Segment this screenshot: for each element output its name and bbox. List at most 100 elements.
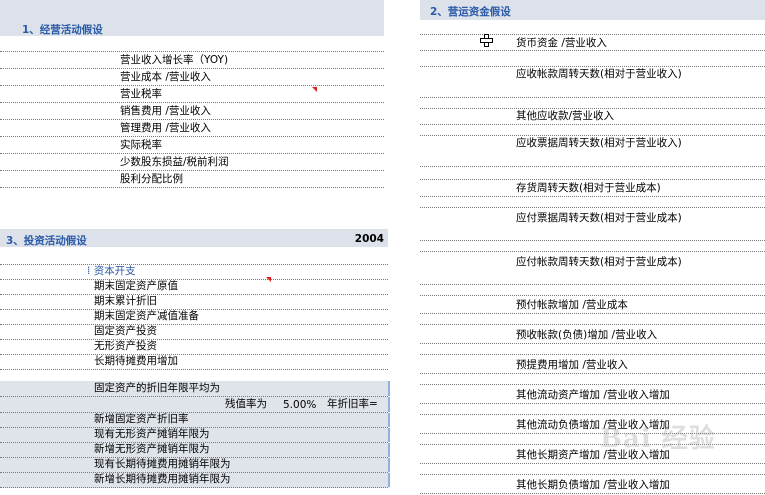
table-row[interactable]: 货币资金 /营业收入: [420, 35, 765, 51]
table-row[interactable]: 营业成本 /营业收入: [0, 69, 384, 86]
table-row[interactable]: 销售费用 /营业收入: [0, 103, 384, 120]
row-label: 现有无形资产摊销年限为: [94, 428, 210, 440]
table-row[interactable]: 实际税率: [0, 137, 384, 154]
spacer-line: [420, 241, 765, 252]
table-row[interactable]: 预收帐款(负债)增加 /营业收入: [420, 325, 765, 344]
row-label: 新增无形资产摊销年限为: [94, 443, 210, 455]
row-label: 股利分配比例: [120, 173, 183, 185]
row-label: 新增固定资产折旧率: [94, 413, 189, 425]
spacer-line: [420, 51, 765, 67]
table-row[interactable]: 应付票据周转天数(相对于营业成本): [420, 208, 765, 241]
working-capital-title: 2、营运资金假设: [430, 6, 511, 18]
selection-edge: [388, 397, 390, 412]
table-row[interactable]: 期末固定资产减值准备: [0, 310, 388, 325]
spacer-line: [420, 197, 765, 208]
residual-value[interactable]: 5.00%: [283, 399, 316, 411]
depreciation-label: 固定资产的折旧年限平均为: [94, 382, 220, 394]
spacer-line: [420, 167, 765, 180]
table-row[interactable]: 营业收入增长率（YOY): [0, 52, 384, 69]
row-label: 应收票据周转天数(相对于营业收入): [516, 137, 682, 149]
selection-edge: [388, 381, 390, 396]
table-row[interactable]: 预付帐款增加 /营业成本: [420, 296, 765, 314]
row-label: 预提费用增加 /营业收入: [516, 359, 628, 371]
row-label: 无形资产投资: [94, 340, 157, 352]
table-row[interactable]: 应付帐款周转天数(相对于营业成本): [420, 252, 765, 285]
row-label: 管理费用 /营业收入: [120, 122, 211, 134]
comment-indicator[interactable]: [312, 87, 317, 92]
table-row[interactable]: 其他流动资产增加 /营业收入增加: [420, 385, 765, 404]
watermark-logo: Bai 经验: [600, 424, 716, 454]
residual-label: 残值率为: [225, 398, 267, 410]
table-row[interactable]: 残值率为 5.00% 年折旧率=: [0, 397, 390, 413]
row-label: 其他应收款/营业收入: [516, 110, 615, 122]
row-label: ⁞ 资本开支: [87, 265, 136, 277]
table-row[interactable]: 长期待摊费用增加: [0, 355, 388, 370]
table-row[interactable]: 其他应收款/营业收入: [420, 109, 765, 125]
row-label: 期末固定资产原值: [94, 280, 178, 292]
row-label: 货币资金 /营业收入: [516, 37, 607, 49]
row-label: 营业成本 /营业收入: [120, 71, 211, 83]
table-row[interactable]: 预提费用增加 /营业收入: [420, 355, 765, 374]
row-label: 存货周转天数(相对于营业成本): [516, 182, 661, 194]
table-row[interactable]: 营业税率: [0, 86, 384, 103]
table-row[interactable]: 少数股东损益/税前利润: [0, 154, 384, 171]
annual-rate-label: 年折旧率=: [327, 398, 378, 410]
row-label: 销售费用 /营业收入: [120, 105, 211, 117]
spacer-line: [420, 374, 765, 385]
working-capital-header: 2、营运资金假设: [420, 0, 765, 20]
spacer-line: [420, 464, 765, 475]
operating-assumptions-panel: 1、经营活动假设 营业收入增长率（YOY) 营业成本 /营业收入 营业税率 销售…: [0, 0, 384, 190]
row-label: 应付票据周转天数(相对于营业成本): [516, 212, 682, 224]
table-row[interactable]: ⁞ 资本开支: [0, 265, 388, 280]
spacer-line: [420, 285, 765, 296]
row-label: 其他流动资产增加 /营业收入增加: [516, 389, 670, 401]
spacer-line: [420, 404, 765, 415]
row-label: 其他长期负债增加 /营业收入增加: [516, 479, 670, 491]
investing-title: 3、投资活动假设: [6, 235, 87, 247]
selection-edge: [388, 428, 390, 442]
operating-header: 1、经营活动假设: [0, 0, 384, 36]
spacer-line: [420, 344, 765, 355]
row-label: 新增长期待摊费用摊销年限为: [94, 473, 231, 485]
selection-edge: [388, 458, 390, 472]
row-label: 预收帐款(负债)增加 /营业收入: [516, 329, 658, 341]
investing-header: 3、投资活动假设 2004: [0, 229, 388, 247]
row-label: 期末累计折旧: [94, 295, 157, 307]
table-row[interactable]: 新增长期待摊费用摊销年限为: [0, 473, 390, 488]
comment-indicator[interactable]: [266, 277, 271, 282]
row-label: 固定资产投资: [94, 325, 157, 337]
table-row[interactable]: 期末固定资产原值: [0, 280, 388, 295]
row-label: 期末固定资产减值准备: [94, 310, 199, 322]
table-row[interactable]: 固定资产投资: [0, 325, 388, 340]
selection-edge: [388, 413, 390, 427]
row-label: 应付帐款周转天数(相对于营业成本): [516, 256, 682, 268]
row-label: 应收帐款周转天数(相对于营业收入): [516, 68, 682, 80]
depreciation-panel: 固定资产的折旧年限平均为 残值率为 5.00% 年折旧率= 新增固定资产折旧率 …: [0, 381, 390, 491]
spacer-line: [420, 125, 765, 136]
row-label: 营业税率: [120, 88, 162, 100]
table-row[interactable]: 无形资产投资: [0, 340, 388, 355]
selection-edge: [388, 473, 390, 487]
investing-assumptions-panel: 3、投资活动假设 2004 ⁞ 资本开支 期末固定资产原值 期末累计折旧 期末固…: [0, 229, 388, 370]
spacer-line: [420, 98, 765, 109]
spacer-line: [0, 251, 388, 265]
row-label: 长期待摊费用增加: [94, 355, 178, 367]
table-row[interactable]: 管理费用 /营业收入: [0, 120, 384, 137]
row-label: 营业收入增长率（YOY): [120, 54, 229, 66]
table-row[interactable]: 应收票据周转天数(相对于营业收入): [420, 136, 765, 167]
table-row[interactable]: 应收帐款周转天数(相对于营业收入): [420, 67, 765, 98]
table-row[interactable]: 固定资产的折旧年限平均为: [0, 381, 390, 397]
table-row[interactable]: 其他长期负债增加 /营业收入增加: [420, 475, 765, 494]
table-row[interactable]: 存货周转天数(相对于营业成本): [420, 180, 765, 197]
year-label: 2004: [354, 233, 384, 245]
table-row[interactable]: 股利分配比例: [0, 171, 384, 188]
selection-edge: [388, 443, 390, 457]
spacer-line: [420, 314, 765, 325]
row-label: 少数股东损益/税前利润: [120, 156, 229, 168]
row-label: 现有长期待摊费用摊销年限为: [94, 458, 231, 470]
spacer-line: [420, 22, 765, 35]
operating-title: 1、经营活动假设: [22, 24, 103, 36]
row-label: 预付帐款增加 /营业成本: [516, 299, 628, 311]
row-label: 实际税率: [120, 139, 162, 151]
capex-label: 资本开支: [93, 265, 136, 277]
